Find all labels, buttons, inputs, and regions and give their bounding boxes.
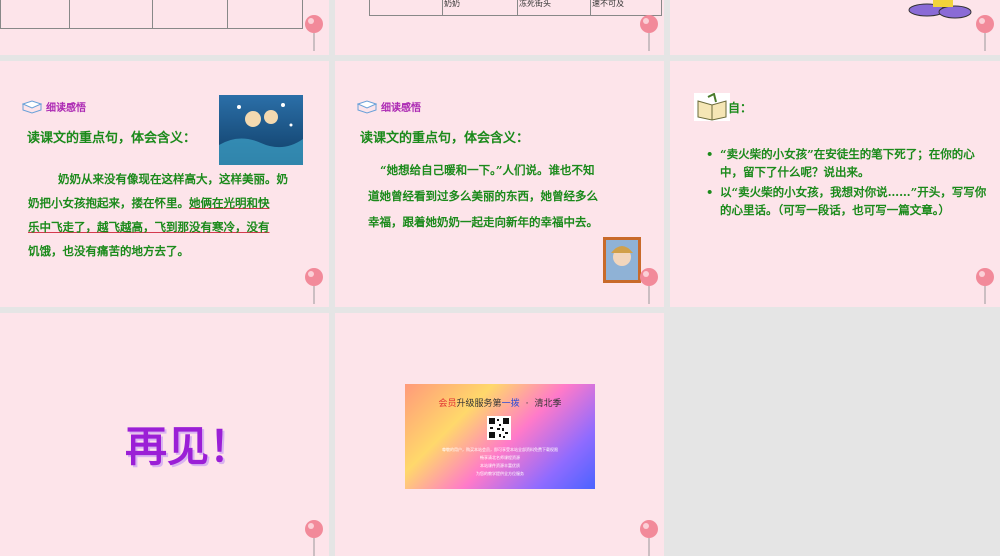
table-cell: 奶奶: [442, 0, 518, 16]
table-fragment: [0, 0, 303, 29]
list-item: 以“卖火柴的小女孩，我想对你说……”开头，写写你的心里话。（可写一段话，也可写一…: [706, 183, 994, 219]
quote-paragraph: “她想给自己暖和一下。”人们说。谁也不知 道她曾经看到过多么美丽的东西，她曾经多…: [368, 157, 633, 235]
promo-line: 尊敬的用户，购买本站会员，即可享受本站全部资料免费下载权限: [442, 447, 558, 452]
promo-line: 本站课件资源丰富优质: [480, 463, 520, 468]
quote-underlined-segment: 她俩在光明和快: [189, 196, 270, 210]
qr-code-icon[interactable]: [487, 416, 511, 440]
section-header-label: 细读感悟: [46, 103, 86, 114]
assignment-list: “卖火柴的小女孩”在安徒生的笔下死了；在你的心中，留下了什么呢？说出来。 以“卖…: [706, 145, 994, 221]
promo-text: 尊敬的用户，购买本站会员，即可享受本站全部资料免费下载权限 畅享清北名师课程资源…: [411, 446, 589, 478]
slide-5[interactable]: 细读感悟 读课文的重点句，体会含义： “她想给自己暖和一下。”人们说。谁也不知 …: [335, 61, 664, 307]
table-cell: 冻死街头: [517, 0, 591, 16]
slide-4[interactable]: 细读感悟 读课文的重点句，体会含义： 奶奶从来没有像现在这样高大，这样美丽。奶 …: [0, 61, 329, 307]
cartoon-character-icon: [908, 0, 972, 19]
quote-line: 幸福，跟着她奶奶一起走向新年的幸福中去。: [368, 215, 598, 229]
promo-line: 畅享清北名师课程资源: [480, 455, 520, 460]
balloon-pin-icon: [305, 15, 323, 51]
table-fragment: 奶奶 冻死街头 速不可及: [369, 0, 662, 16]
section-header: 细读感悟: [357, 99, 421, 114]
illustration-image: [603, 237, 641, 283]
section-header-label: 细读感悟: [381, 103, 421, 114]
slide-7[interactable]: 再见！: [0, 313, 329, 556]
open-book-icon: [694, 93, 730, 121]
promo-title: 会员升级服务第一拨 · 清北季: [405, 396, 595, 409]
promo-title-part: ·: [525, 399, 529, 409]
header-tail-text: 自：: [728, 100, 753, 115]
goodbye-title: 再见！: [125, 422, 252, 471]
section-header: 自：: [694, 93, 752, 121]
balloon-pin-icon: [305, 520, 323, 556]
quote-line: 饥饿，也没有痛苦的地方去了。: [28, 244, 189, 258]
quote-line: 奶把小女孩抱起来，搂在怀里。她俩在光明和快: [28, 191, 308, 215]
empty-grid-cell: [670, 313, 1000, 556]
book-icon: [357, 99, 377, 114]
promo-title-part: 一拨: [501, 399, 520, 409]
quote-line: 道她曾经看到过多么美丽的东西，她曾经多么: [368, 189, 598, 203]
quote-line: “她想给自己暖和一下。”人们说。谁也不知: [380, 163, 595, 177]
illustration-image: [219, 95, 303, 165]
slide-2[interactable]: 奶奶 冻死街头 速不可及: [335, 0, 664, 55]
book-icon: [22, 99, 42, 114]
slide-6[interactable]: 自： “卖火柴的小女孩”在安徒生的笔下死了；在你的心中，留下了什么呢？说出来。 …: [670, 61, 1000, 307]
balloon-pin-icon: [640, 268, 658, 304]
quote-line: 乐中飞走了，越飞越高，飞到那没有寒冷，没有: [28, 220, 270, 234]
balloon-pin-icon: [305, 268, 323, 304]
section-header: 细读感悟: [22, 99, 86, 114]
slide-subtitle: 读课文的重点句，体会含义：: [360, 131, 530, 146]
quote-paragraph: 奶奶从来没有像现在这样高大，这样美丽。奶 奶把小女孩抱起来，搂在怀里。她俩在光明…: [28, 167, 308, 263]
quote-segment: 奶把小女孩抱起来，搂在怀里。: [28, 196, 189, 210]
list-item: “卖火柴的小女孩”在安徒生的笔下死了；在你的心中，留下了什么呢？说出来。: [706, 145, 994, 181]
promo-banner[interactable]: 会员升级服务第一拨 · 清北季 尊敬的用户，购买本站会员，即可享受本站全部资料免费下…: [405, 384, 595, 489]
balloon-pin-icon: [976, 268, 994, 304]
slide-3[interactable]: [670, 0, 1000, 55]
balloon-pin-icon: [640, 520, 658, 556]
slide-1[interactable]: [0, 0, 329, 55]
quote-line: 奶奶从来没有像现在这样高大，这样美丽。奶: [58, 172, 288, 186]
promo-title-part: 清北季: [534, 399, 562, 409]
slide-subtitle: 读课文的重点句，体会含义：: [27, 131, 197, 146]
balloon-pin-icon: [976, 15, 994, 51]
promo-title-part: 会员: [438, 399, 457, 409]
promo-line: 为您的教学提供全方位服务: [476, 471, 524, 476]
promo-title-part: 升级服务第: [456, 399, 502, 409]
slide-8[interactable]: 会员升级服务第一拨 · 清北季 尊敬的用户，购买本站会员，即可享受本站全部资料免费下…: [335, 313, 664, 556]
balloon-pin-icon: [640, 15, 658, 51]
